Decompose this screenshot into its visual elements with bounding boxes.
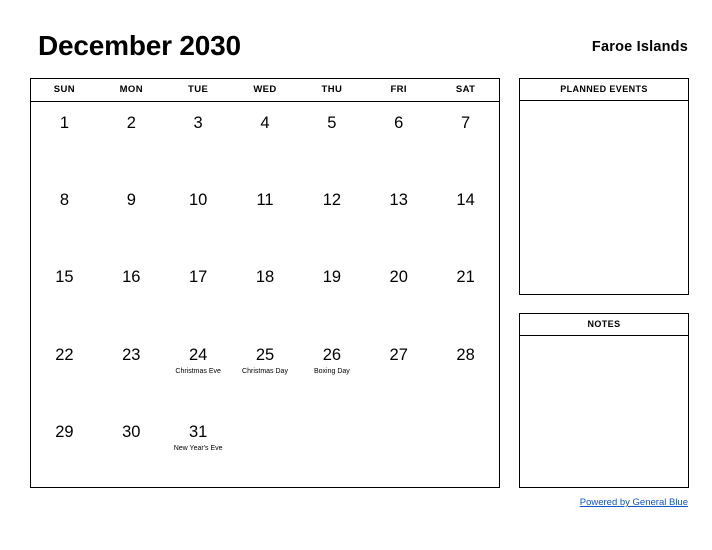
day-number: 27	[389, 345, 408, 364]
calendar-weeks: 1 2 3 4 5 6 7 8 9 10 11 12 13 14 15 16 17 18 19 20 21 22 23 24 C…	[31, 102, 499, 488]
calendar-day-cell[interactable]: 26 Boxing Day	[298, 334, 365, 411]
calendar-day-cell-empty	[432, 411, 499, 488]
calendar-day-cell[interactable]: 27	[365, 334, 432, 411]
calendar-day-cell[interactable]: 10	[165, 179, 232, 256]
calendar-day-cell[interactable]: 1	[31, 102, 98, 179]
day-number: 29	[55, 422, 74, 441]
day-number: 9	[126, 191, 136, 210]
calendar-day-cell[interactable]: 3	[165, 102, 232, 179]
planned-events-body[interactable]	[520, 101, 688, 295]
day-number: 11	[256, 191, 274, 210]
calendar-day-cell-empty	[232, 411, 299, 488]
weekday-header-row: SUN MON TUE WED THU FRI SAT	[31, 79, 499, 102]
calendar-day-cell[interactable]: 7	[432, 102, 499, 179]
weekday-header-wed: WED	[253, 84, 277, 95]
calendar-day-cell[interactable]: 9	[98, 179, 165, 256]
day-number: 16	[122, 268, 141, 287]
weekday-header-sun: SUN	[53, 84, 76, 95]
calendar-day-cell[interactable]: 30	[98, 411, 165, 488]
day-holiday-label: Christmas Day	[242, 367, 288, 375]
day-number: 7	[460, 114, 471, 132]
day-number: 14	[456, 191, 475, 210]
calendar-day-cell[interactable]: 4	[232, 102, 299, 179]
page-header: December 2030 Faroe Islands	[0, 28, 712, 68]
powered-by-link[interactable]: Powered by General Blue	[580, 497, 688, 508]
day-number: 31	[188, 422, 208, 441]
calendar-week-row: 8 9 10 11 12 13 14	[31, 179, 499, 256]
day-number: 19	[322, 268, 342, 287]
weekday-header-mon: MON	[119, 84, 143, 95]
day-number: 17	[188, 268, 208, 287]
day-number: 21	[456, 268, 475, 287]
day-number: 25	[255, 345, 275, 364]
page-title: December 2030	[38, 30, 241, 61]
calendar-day-cell[interactable]: 16	[98, 256, 165, 333]
day-number: 24	[188, 345, 208, 364]
day-number: 1	[59, 114, 70, 132]
day-holiday-label: Christmas Eve	[175, 367, 221, 375]
calendar-day-cell[interactable]: 19	[298, 256, 365, 333]
day-number: 15	[55, 268, 74, 287]
notes-title: NOTES	[520, 314, 688, 336]
calendar-day-cell[interactable]: 18	[232, 256, 299, 333]
weekday-header-fri: FRI	[390, 84, 407, 95]
day-number: 12	[322, 191, 342, 210]
day-number: 28	[456, 345, 475, 364]
calendar-day-cell[interactable]: 17	[165, 256, 232, 333]
calendar-day-cell[interactable]: 13	[365, 179, 432, 256]
day-number: 3	[193, 114, 203, 132]
day-number: 20	[389, 268, 408, 287]
calendar-day-cell-empty	[365, 411, 432, 488]
weekday-header-tue: TUE	[188, 84, 209, 95]
calendar-day-cell[interactable]: 20	[365, 256, 432, 333]
calendar-day-cell[interactable]: 28	[432, 334, 499, 411]
calendar-day-cell[interactable]: 11	[232, 179, 299, 256]
calendar-week-row: 15 16 17 18 19 20 21	[31, 256, 499, 333]
day-number: 2	[126, 114, 136, 132]
calendar-day-cell[interactable]: 24 Christmas Eve	[165, 334, 232, 411]
day-number: 8	[59, 191, 70, 210]
day-number: 26	[322, 345, 342, 364]
planned-events-title: PLANNED EVENTS	[520, 79, 688, 101]
calendar-day-cell[interactable]: 29	[31, 411, 98, 488]
day-number: 13	[389, 191, 408, 210]
calendar-day-cell[interactable]: 25 Christmas Day	[232, 334, 299, 411]
calendar-day-cell[interactable]: 14	[432, 179, 499, 256]
country-label: Faroe Islands	[591, 39, 688, 55]
day-number: 4	[260, 114, 270, 132]
calendar-day-cell[interactable]: 2	[98, 102, 165, 179]
weekday-header-sat: SAT	[455, 84, 476, 95]
day-number: 22	[55, 345, 74, 364]
calendar-day-cell[interactable]: 22	[31, 334, 98, 411]
day-number: 10	[188, 191, 208, 210]
calendar-week-row: 22 23 24 Christmas Eve 25 Christmas Day 26 Boxi…	[31, 334, 499, 411]
calendar-day-cell[interactable]: 31 New Year's Eve	[165, 411, 232, 488]
notes-panel: NOTES	[519, 313, 689, 488]
calendar-day-cell[interactable]: 15	[31, 256, 98, 333]
calendar-day-cell[interactable]: 6	[365, 102, 432, 179]
day-number: 5	[327, 114, 337, 132]
calendar-day-cell[interactable]: 5	[298, 102, 365, 179]
notes-body[interactable]	[520, 336, 688, 488]
day-number: 6	[394, 114, 404, 132]
calendar-grid: SUN MON TUE WED THU FRI SAT 1 2 3 4 5 6 7 8 9 10 11 12 13 1…	[30, 78, 500, 488]
weekday-header-thu: THU	[321, 84, 343, 95]
calendar-day-cell[interactable]: 21	[432, 256, 499, 333]
calendar-day-cell[interactable]: 12	[298, 179, 365, 256]
calendar-day-cell[interactable]: 8	[31, 179, 98, 256]
day-number: 30	[122, 422, 141, 441]
calendar-week-row: 1 2 3 4 5 6 7	[31, 102, 499, 179]
calendar-day-cell[interactable]: 23	[98, 334, 165, 411]
day-number: 23	[122, 345, 141, 364]
day-holiday-label: New Year's Eve	[173, 444, 223, 452]
day-number: 18	[255, 268, 275, 287]
day-holiday-label: Boxing Day	[313, 367, 350, 375]
planned-events-panel: PLANNED EVENTS	[519, 78, 689, 295]
calendar-day-cell-empty	[298, 411, 365, 488]
calendar-week-row: 29 30 31 New Year's Eve	[31, 411, 499, 488]
